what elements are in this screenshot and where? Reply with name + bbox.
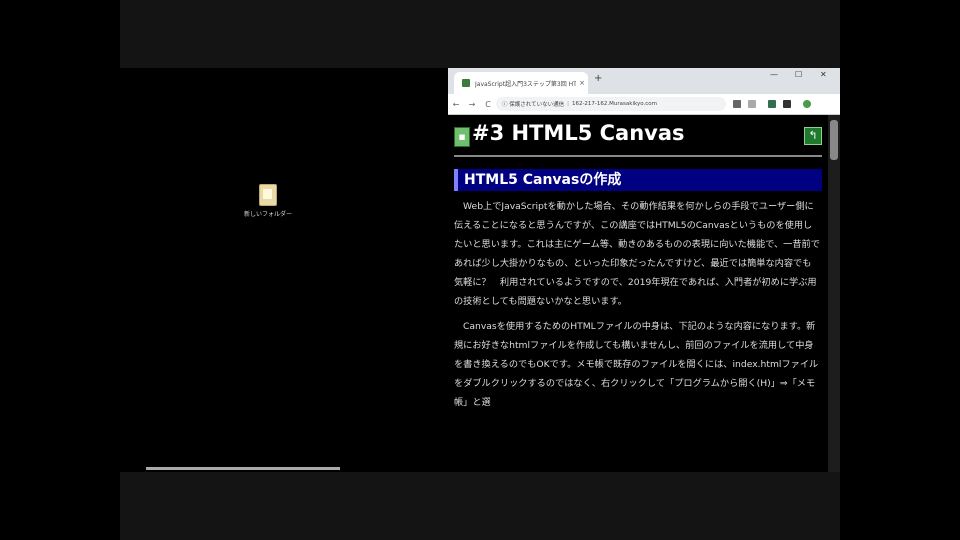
section-heading: HTML5 Canvasの作成 <box>454 169 822 191</box>
tab-close-button[interactable]: × <box>576 79 588 87</box>
close-window-button[interactable]: ✕ <box>820 70 827 79</box>
address-security-label: 保護されていない通信 <box>509 102 565 108</box>
scrollbar-thumb[interactable] <box>830 120 838 160</box>
reload-button[interactable]: C <box>480 100 496 109</box>
address-bar[interactable]: ⓘ 保護されていない通信 | 162-217-162.Murasakikyo.c… <box>496 97 726 111</box>
paragraph-canvas-html: Canvasを使用するためのHTMLファイルの中身は、下記のような内容になります… <box>454 321 819 408</box>
page-content: ■ #3 HTML5 Canvas ↰ HTML5 Canvasの作成 Web上… <box>448 115 828 472</box>
minimize-button[interactable]: — <box>770 70 778 79</box>
back-button[interactable]: ← <box>448 100 464 109</box>
tab-strip: JavaScript超入門3ステップ第3回 HTML5 × + — ☐ ✕ <box>448 68 840 94</box>
favicon-icon <box>462 79 470 87</box>
paragraph-intro: Web上でJavaScriptを動かした場合、その動作結果を何かしらの手段でユー… <box>454 201 820 307</box>
new-tab-button[interactable]: + <box>594 73 602 84</box>
return-icon[interactable]: ↰ <box>804 127 822 145</box>
video-letterbox-bottom <box>120 472 840 540</box>
vertical-scrollbar[interactable] <box>828 115 840 472</box>
video-letterbox-top <box>120 0 840 68</box>
desktop-folder-icon[interactable]: 新しいフォルダー <box>244 184 292 218</box>
search-icon[interactable] <box>733 100 741 108</box>
maximize-button[interactable]: ☐ <box>795 70 802 79</box>
page-title: #3 HTML5 Canvas <box>472 121 685 145</box>
forward-button[interactable]: → <box>464 100 480 109</box>
folder-icon <box>259 184 277 206</box>
desktop[interactable]: 新しいフォルダー <box>120 68 448 472</box>
page-header: ■ #3 HTML5 Canvas ↰ <box>454 115 822 157</box>
profile-icon[interactable] <box>783 100 791 108</box>
address-url: 162-217-162.Murasakikyo.com <box>571 101 657 107</box>
book-icon: ■ <box>454 127 470 147</box>
browser-window: JavaScript超入門3ステップ第3回 HTML5 × + — ☐ ✕ ← … <box>448 68 840 472</box>
horizontal-scrollbar[interactable] <box>146 467 340 470</box>
info-icon: ⓘ <box>502 102 510 108</box>
extension-icon[interactable] <box>768 100 776 108</box>
desktop-icon-label: 新しいフォルダー <box>244 211 293 218</box>
browser-toolbar: ← → C ⓘ 保護されていない通信 | 162-217-162.Murasak… <box>448 94 840 115</box>
browser-tab[interactable]: JavaScript超入門3ステップ第3回 HTML5 × <box>454 72 588 94</box>
tab-title: JavaScript超入門3ステップ第3回 HTML5 <box>475 80 576 88</box>
star-icon[interactable] <box>748 100 756 108</box>
menu-icon[interactable] <box>803 100 811 108</box>
address-separator: | <box>567 101 569 107</box>
